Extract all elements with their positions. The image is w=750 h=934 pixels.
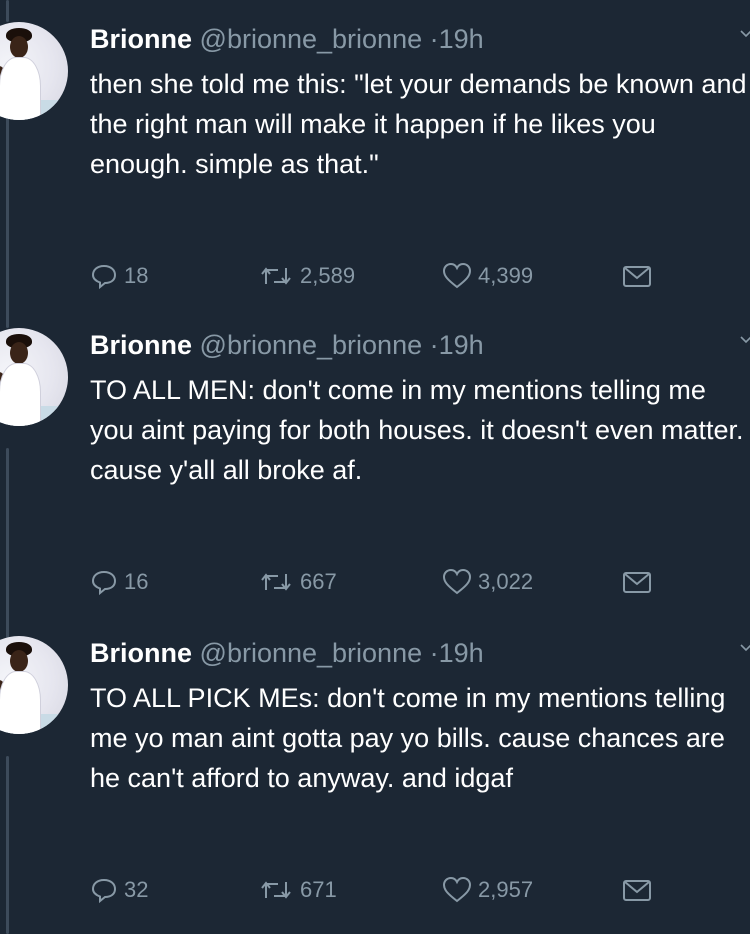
like-icon <box>442 876 472 903</box>
display-name[interactable]: Brionne <box>90 330 192 360</box>
retweet-icon <box>261 881 291 899</box>
avatar[interactable] <box>0 636 68 734</box>
retweet-count: 667 <box>300 569 337 594</box>
like-button[interactable]: 4,399 <box>442 262 533 290</box>
separator-dot: · <box>429 24 439 54</box>
avatar[interactable] <box>0 22 68 120</box>
tweet-text: TO ALL PICK MEs: don't come in my mentio… <box>90 683 726 793</box>
timestamp[interactable]: 19h <box>439 330 484 360</box>
chevron-down-icon[interactable] <box>740 642 750 654</box>
reply-count: 16 <box>124 569 149 594</box>
like-button[interactable]: 2,957 <box>442 876 533 904</box>
like-button[interactable]: 3,022 <box>442 568 533 596</box>
retweet-button[interactable]: 2,589 <box>258 262 355 290</box>
tweet[interactable]: Brionne @brionne_brionne ·19h TO ALL MEN… <box>0 328 750 628</box>
retweet-icon <box>261 573 291 591</box>
user-handle[interactable]: @brionne_brionne <box>200 330 423 360</box>
direct-message-icon <box>623 572 651 593</box>
reply-button[interactable]: 16 <box>90 568 148 596</box>
direct-message-icon <box>623 266 651 287</box>
like-icon <box>442 568 472 595</box>
like-icon <box>442 262 472 289</box>
tweet-header: Brionne @brionne_brionne ·19h <box>90 636 750 670</box>
like-count: 3,022 <box>478 569 534 594</box>
tweet-header: Brionne @brionne_brionne ·19h <box>90 22 750 56</box>
reply-button[interactable]: 18 <box>90 262 148 290</box>
avatar[interactable] <box>0 328 68 426</box>
retweet-count: 2,589 <box>300 263 356 288</box>
separator-dot: · <box>429 638 439 668</box>
direct-message-button[interactable] <box>622 262 652 290</box>
retweet-button[interactable]: 667 <box>258 568 337 596</box>
direct-message-button[interactable] <box>622 568 652 596</box>
tweet[interactable]: Brionne @brionne_brionne ·19h then she t… <box>0 0 750 320</box>
timestamp[interactable]: 19h <box>439 638 484 668</box>
tweet-text: then she told me this: "let your demands… <box>90 69 747 179</box>
direct-message-button[interactable] <box>622 876 652 904</box>
display-name[interactable]: Brionne <box>90 638 192 668</box>
reply-icon <box>91 878 117 904</box>
reply-icon <box>91 264 117 290</box>
like-count: 2,957 <box>478 877 534 902</box>
tweet-text: TO ALL MEN: don't come in my mentions te… <box>90 375 744 485</box>
reply-count: 18 <box>124 263 149 288</box>
reply-count: 32 <box>124 877 149 902</box>
separator-dot: · <box>429 330 439 360</box>
tweet-header: Brionne @brionne_brionne ·19h <box>90 328 750 362</box>
reply-icon <box>91 570 117 596</box>
reply-button[interactable]: 32 <box>90 876 148 904</box>
retweet-icon <box>261 267 291 285</box>
user-handle[interactable]: @brionne_brionne <box>200 638 423 668</box>
tweet[interactable]: Brionne @brionne_brionne ·19h TO ALL PIC… <box>0 636 750 934</box>
user-handle[interactable]: @brionne_brionne <box>200 24 423 54</box>
chevron-down-icon[interactable] <box>740 334 750 346</box>
chevron-down-icon[interactable] <box>740 28 750 40</box>
display-name[interactable]: Brionne <box>90 24 192 54</box>
direct-message-icon <box>623 880 651 901</box>
retweet-count: 671 <box>300 877 337 902</box>
retweet-button[interactable]: 671 <box>258 876 337 904</box>
timestamp[interactable]: 19h <box>439 24 484 54</box>
like-count: 4,399 <box>478 263 534 288</box>
